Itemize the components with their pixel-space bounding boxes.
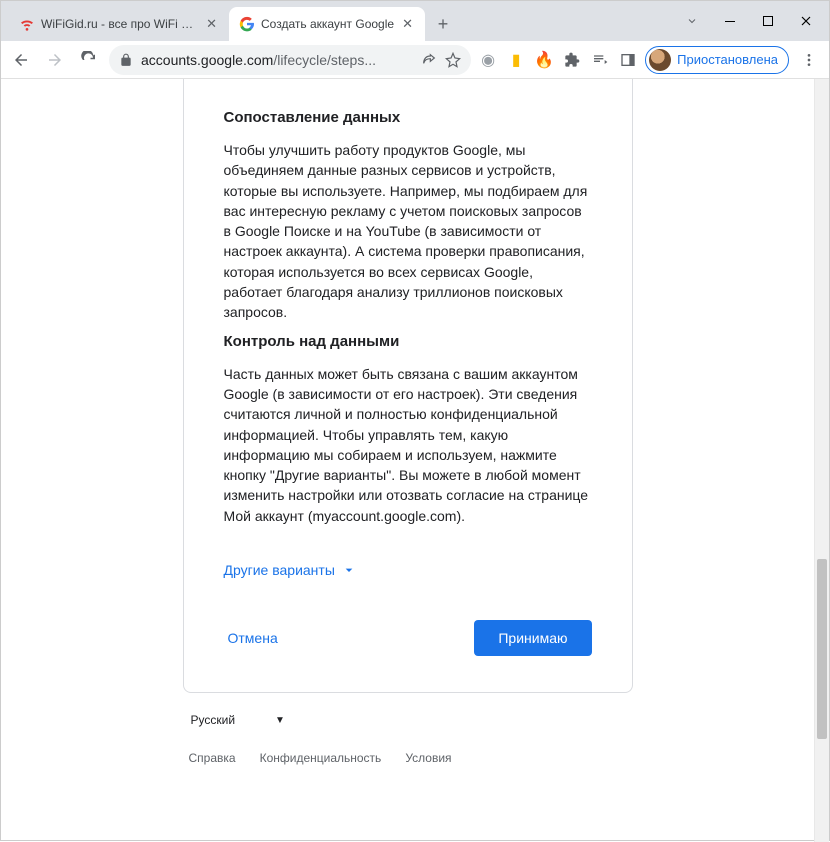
- footer-links: Справка Конфиденциальность Условия: [189, 751, 627, 765]
- back-button[interactable]: [7, 46, 35, 74]
- profile-chip[interactable]: Приостановлена: [645, 46, 789, 74]
- sidepanel-icon[interactable]: [617, 49, 639, 71]
- close-icon[interactable]: ✕: [204, 16, 219, 32]
- footer-link-help[interactable]: Справка: [189, 751, 236, 765]
- forward-button[interactable]: [41, 46, 69, 74]
- share-icon[interactable]: [421, 52, 437, 68]
- reading-list-icon[interactable]: [589, 49, 611, 71]
- accept-button[interactable]: Принимаю: [474, 620, 591, 656]
- language-select[interactable]: Русский ▼: [189, 707, 287, 733]
- avatar: [649, 49, 671, 71]
- language-label: Русский: [191, 713, 236, 727]
- cancel-button[interactable]: Отмена: [224, 622, 282, 654]
- section-heading: Контроль над данными: [224, 333, 592, 350]
- more-options-toggle[interactable]: Другие варианты: [224, 562, 357, 578]
- wifi-icon: [19, 16, 35, 32]
- footer-link-terms[interactable]: Условия: [405, 751, 451, 765]
- close-button[interactable]: [787, 6, 825, 36]
- address-bar[interactable]: accounts.google.com/lifecycle/steps...: [109, 45, 471, 75]
- chevron-down-icon: [341, 562, 357, 578]
- page-content: Сопоставление данных Чтобы улучшить рабо…: [1, 79, 814, 842]
- chevron-down-icon[interactable]: [673, 6, 711, 36]
- browser-titlebar: WiFiGid.ru - все про WiFi и бесп ✕ Созда…: [1, 1, 829, 41]
- section-text: Чтобы улучшить работу продуктов Google, …: [224, 140, 592, 323]
- star-icon[interactable]: [445, 52, 461, 68]
- footer-link-privacy[interactable]: Конфиденциальность: [260, 751, 382, 765]
- scrollbar[interactable]: [814, 79, 829, 842]
- new-tab-button[interactable]: +: [429, 10, 457, 38]
- tab-title: Создать аккаунт Google: [261, 17, 394, 31]
- tab-active[interactable]: Создать аккаунт Google ✕: [229, 7, 425, 41]
- menu-button[interactable]: [795, 46, 823, 74]
- lock-icon: [119, 53, 133, 67]
- dropdown-arrow-icon: ▼: [275, 715, 285, 726]
- section-text: Часть данных может быть связана с вашим …: [224, 364, 592, 526]
- extension-icon[interactable]: ◉: [477, 49, 499, 71]
- window-controls: [673, 1, 829, 41]
- action-row: Отмена Принимаю: [224, 620, 592, 656]
- section-heading: Сопоставление данных: [224, 109, 592, 126]
- scrollbar-thumb[interactable]: [817, 559, 827, 739]
- maximize-button[interactable]: [749, 6, 787, 36]
- tab-title: WiFiGid.ru - все про WiFi и бесп: [41, 17, 198, 31]
- more-options-label: Другие варианты: [224, 562, 335, 578]
- extension-icon[interactable]: 🔥: [533, 49, 555, 71]
- browser-toolbar: accounts.google.com/lifecycle/steps... ◉…: [1, 41, 829, 79]
- extensions-button[interactable]: [561, 49, 583, 71]
- google-icon: [239, 16, 255, 32]
- close-icon[interactable]: ✕: [400, 16, 415, 32]
- extension-icon[interactable]: ▮: [505, 49, 527, 71]
- profile-status: Приостановлена: [677, 52, 778, 67]
- reload-button[interactable]: [75, 46, 103, 74]
- signup-card: Сопоставление данных Чтобы улучшить рабо…: [183, 79, 633, 693]
- tab-inactive[interactable]: WiFiGid.ru - все про WiFi и бесп ✕: [9, 7, 229, 41]
- page-footer: Русский ▼ Справка Конфиденциальность Усл…: [183, 707, 633, 765]
- url-text: accounts.google.com/lifecycle/steps...: [141, 52, 413, 68]
- minimize-button[interactable]: [711, 6, 749, 36]
